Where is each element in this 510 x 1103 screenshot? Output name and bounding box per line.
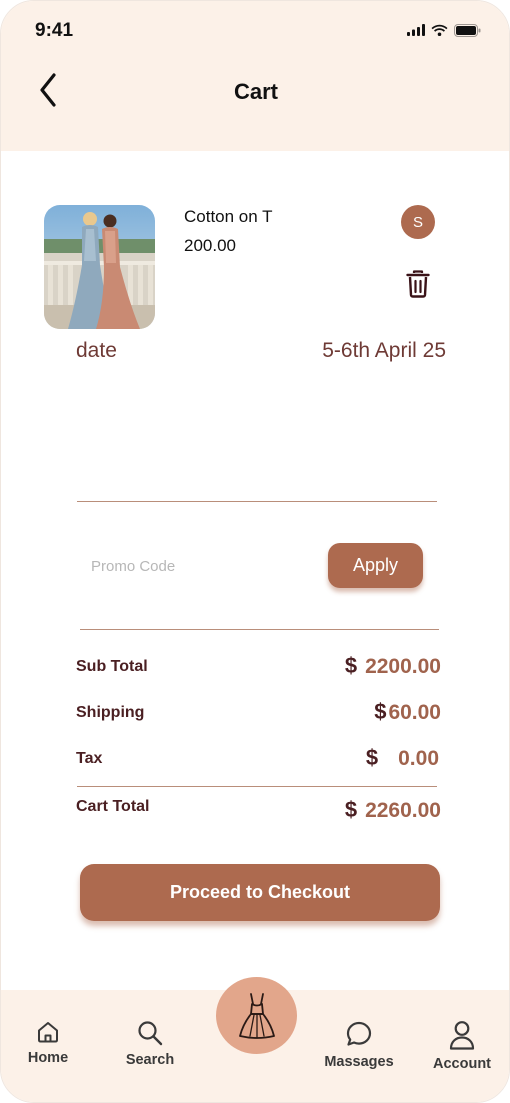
tab-home[interactable]: Home bbox=[23, 1020, 73, 1066]
signal-icon bbox=[407, 24, 425, 36]
date-label: date bbox=[76, 339, 117, 362]
status-time: 9:41 bbox=[35, 20, 74, 41]
message-icon bbox=[346, 1021, 372, 1046]
date-value: 5-6th April 25 bbox=[322, 339, 446, 362]
trash-icon bbox=[406, 270, 430, 298]
subtotal-value: $ 2200.00 bbox=[345, 653, 441, 679]
phone-screen: 9:41 Cart Cotton on T 200.00 S date 5-6t… bbox=[0, 0, 510, 1103]
tax-label: Tax bbox=[76, 750, 103, 767]
currency-symbol: $ bbox=[344, 653, 358, 678]
status-icons bbox=[407, 21, 481, 39]
currency-symbol: $ bbox=[344, 797, 358, 822]
shipping-label: Shipping bbox=[76, 704, 145, 721]
tab-massages[interactable]: Massages bbox=[319, 1020, 399, 1070]
size-badge[interactable]: S bbox=[401, 205, 435, 239]
cart-total-amount: 2260.00 bbox=[365, 799, 441, 822]
tab-label: Home bbox=[27, 1050, 69, 1066]
subtotal-label: Sub Total bbox=[76, 658, 148, 675]
divider bbox=[77, 786, 437, 787]
tax-amount: 0.00 bbox=[398, 747, 439, 770]
promo-code-input[interactable] bbox=[79, 546, 309, 586]
proceed-to-checkout-button[interactable]: Proceed to Checkout bbox=[80, 864, 440, 921]
wifi-icon bbox=[431, 24, 448, 36]
tab-search[interactable]: Search bbox=[121, 1020, 179, 1068]
divider bbox=[77, 501, 437, 502]
header-area: 9:41 Cart bbox=[1, 1, 509, 151]
cart-total-value: $ 2260.00 bbox=[345, 797, 441, 823]
tab-account[interactable]: Account bbox=[427, 1020, 497, 1072]
page-title: Cart bbox=[233, 79, 278, 104]
user-icon bbox=[449, 1021, 475, 1050]
tab-dress[interactable] bbox=[216, 977, 297, 1054]
currency-symbol: $ bbox=[374, 699, 387, 724]
item-price: 200.00 bbox=[184, 236, 236, 255]
currency-symbol: $ bbox=[365, 745, 379, 770]
item-name: Cotton on T bbox=[184, 207, 273, 226]
cart-total-label: Cart Total bbox=[76, 798, 150, 815]
divider bbox=[80, 629, 439, 630]
delete-item-button[interactable] bbox=[404, 269, 432, 299]
tax-value: $ 0.00 bbox=[366, 745, 439, 771]
shipping-amount: 60.00 bbox=[388, 701, 441, 724]
shipping-value: $ 60.00 bbox=[374, 699, 441, 725]
home-icon bbox=[38, 1022, 58, 1043]
tab-label: Account bbox=[433, 1056, 491, 1072]
tab-label: Massages bbox=[324, 1054, 394, 1070]
subtotal-amount: 2200.00 bbox=[365, 655, 441, 678]
search-icon bbox=[138, 1021, 163, 1046]
apply-button[interactable]: Apply bbox=[328, 543, 423, 588]
dress-icon bbox=[238, 992, 275, 1039]
tab-label: Search bbox=[125, 1052, 175, 1068]
product-photo bbox=[44, 205, 155, 329]
product-image[interactable] bbox=[44, 205, 155, 329]
battery-icon bbox=[454, 23, 481, 37]
